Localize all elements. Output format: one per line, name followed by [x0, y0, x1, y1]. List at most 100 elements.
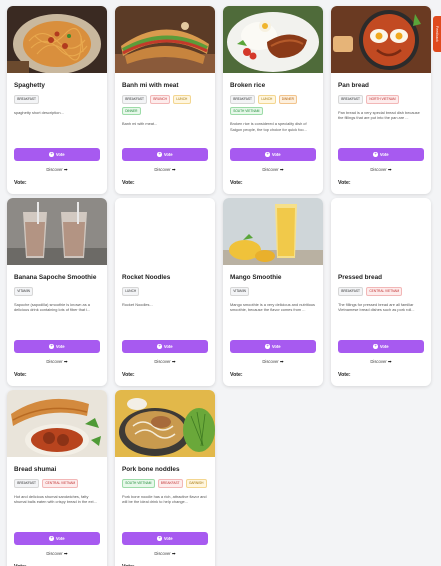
vote-count: Vote: [122, 180, 135, 186]
discover-link[interactable]: Discover ➡ [7, 167, 107, 173]
vote-button[interactable]: + Vote [122, 148, 208, 161]
vote-count: Vote: [122, 372, 135, 378]
vote-button-label: Vote [271, 344, 281, 349]
discover-label: Discover [154, 167, 171, 172]
discover-link[interactable]: Discover ➡ [115, 359, 215, 365]
discover-link[interactable]: Discover ➡ [223, 167, 323, 173]
dish-title: Banh mi with meat [122, 82, 179, 89]
discover-link[interactable]: Discover ➡ [7, 551, 107, 557]
arrow-right-icon: ➡ [279, 167, 284, 172]
plus-circle-icon: + [265, 151, 270, 157]
arrow-right-icon: ➡ [279, 359, 284, 364]
vote-button-label: Vote [55, 152, 65, 157]
tag-badge: NORTH VIETNAM [366, 95, 399, 104]
discover-label: Discover [46, 167, 63, 172]
dish-tags: BREAKFAST CENTRAL VIETNAM [14, 479, 100, 488]
tag-badge: BREAKFAST [338, 287, 364, 296]
dish-image [331, 6, 431, 73]
dish-image-placeholder [331, 198, 431, 265]
dish-card[interactable]: Rocket Noodles LUNCH Rocket Noodles... +… [115, 198, 215, 386]
discover-link[interactable]: Discover ➡ [223, 359, 323, 365]
plus-circle-icon: + [49, 535, 54, 541]
discover-label: Discover [154, 551, 171, 556]
vote-button[interactable]: + Vote [338, 148, 424, 161]
arrow-right-icon: ➡ [387, 359, 392, 364]
vote-button[interactable]: + Vote [122, 340, 208, 353]
dish-card[interactable]: Pressed bread BREAKFAST CENTRAL VIETNAM … [331, 198, 431, 386]
dish-image [7, 6, 107, 73]
dish-card[interactable]: Banana Sapoche Smoothie VITAMIN Sapoche … [7, 198, 107, 386]
dish-card[interactable]: Pork bone noddles SOUTH VIETNAM BREAKFAS… [115, 390, 215, 566]
dish-description: spaghetty short description... [14, 109, 64, 115]
dish-image [7, 390, 107, 457]
vote-button-label: Vote [163, 536, 173, 541]
discover-link[interactable]: Discover ➡ [115, 167, 215, 173]
dish-card[interactable]: Broken rice BREAKFAST LUNCH DINNER SOUTH… [223, 6, 323, 194]
arrow-right-icon: ➡ [63, 359, 68, 364]
vote-count: Vote: [338, 180, 351, 186]
dish-description: Pan bread is a very special bread dish b… [338, 109, 420, 121]
vote-button[interactable]: + Vote [14, 532, 100, 545]
tag-badge: GARNISH [185, 479, 207, 488]
dish-tags: BREAKFAST LUNCH DINNER SOUTH VIETNAM [230, 95, 316, 116]
vote-button[interactable]: + Vote [122, 532, 208, 545]
vote-button[interactable]: + Vote [230, 148, 316, 161]
discover-link[interactable]: Discover ➡ [331, 359, 431, 365]
vote-button-label: Vote [379, 344, 389, 349]
tag-badge: BREAKFAST [122, 95, 148, 104]
discover-link[interactable]: Discover ➡ [7, 359, 107, 365]
discover-label: Discover [262, 167, 279, 172]
dish-tags: LUNCH [122, 287, 208, 296]
dish-title: Mango Smoothie [230, 274, 282, 281]
dish-title: Rocket Noodles [122, 274, 171, 281]
tag-badge: LUNCH [122, 287, 140, 296]
vote-button[interactable]: + Vote [338, 340, 424, 353]
tag-badge: BRUNCH [150, 95, 171, 104]
vote-button-label: Vote [379, 152, 389, 157]
dish-tags: BREAKFAST CENTRAL VIETNAM [338, 287, 424, 296]
arrow-right-icon: ➡ [387, 167, 392, 172]
dish-card[interactable]: Bread shumai BREAKFAST CENTRAL VIETNAM H… [7, 390, 107, 566]
vote-count: Vote: [230, 372, 243, 378]
vote-count: Vote: [338, 372, 351, 378]
plus-circle-icon: + [49, 151, 54, 157]
dish-tags: BREAKFAST [14, 95, 100, 104]
tag-badge: CENTRAL VIETNAM [366, 287, 403, 296]
arrow-right-icon: ➡ [63, 167, 68, 172]
discover-label: Discover [370, 359, 387, 364]
dish-card[interactable]: Mango Smoothie VITAMIN Mango smoothie is… [223, 198, 323, 386]
dish-card[interactable]: Banh mi with meat BREAKFAST BRUNCH LUNCH… [115, 6, 215, 194]
tag-badge: DINNER [122, 106, 141, 116]
dish-tags: BREAKFAST NORTH VIETNAM [338, 95, 424, 104]
vote-button[interactable]: + Vote [14, 340, 100, 353]
tag-badge: VITAMIN [14, 287, 34, 296]
vote-button-label: Vote [55, 536, 65, 541]
discover-label: Discover [46, 359, 63, 364]
dish-description: The fillings for pressed bread are all f… [338, 301, 415, 313]
dish-grid: Spaghetty BREAKFAST spaghetty short desc… [7, 6, 431, 566]
tag-badge: BREAKFAST [338, 95, 364, 104]
plus-circle-icon: + [157, 151, 162, 157]
vote-button[interactable]: + Vote [14, 148, 100, 161]
dish-card[interactable]: Spaghetty BREAKFAST spaghetty short desc… [7, 6, 107, 194]
dish-image [223, 198, 323, 265]
dish-card[interactable]: Pan bread BREAKFAST NORTH VIETNAM Pan br… [331, 6, 431, 194]
tag-badge: SOUTH VIETNAM [230, 106, 263, 116]
discover-link[interactable]: Discover ➡ [331, 167, 431, 173]
discover-label: Discover [262, 359, 279, 364]
feedback-tab[interactable]: Feedback [433, 16, 441, 52]
feedback-label: Feedback [435, 26, 439, 42]
dish-tags: SOUTH VIETNAM BREAKFAST GARNISH [122, 479, 208, 488]
dish-description: Rocket Noodles... [122, 301, 153, 307]
dish-image [115, 390, 215, 457]
plus-circle-icon: + [49, 343, 54, 349]
discover-link[interactable]: Discover ➡ [115, 551, 215, 557]
arrow-right-icon: ➡ [171, 359, 176, 364]
arrow-right-icon: ➡ [171, 551, 176, 556]
dish-description: Sapoche (sapodilla) smoothie is known as… [14, 301, 91, 313]
dish-title: Bread shumai [14, 466, 57, 473]
tag-badge: CENTRAL VIETNAM [42, 479, 79, 488]
vote-button[interactable]: + Vote [230, 340, 316, 353]
plus-circle-icon: + [373, 343, 378, 349]
dish-tags: VITAMIN [14, 287, 100, 296]
